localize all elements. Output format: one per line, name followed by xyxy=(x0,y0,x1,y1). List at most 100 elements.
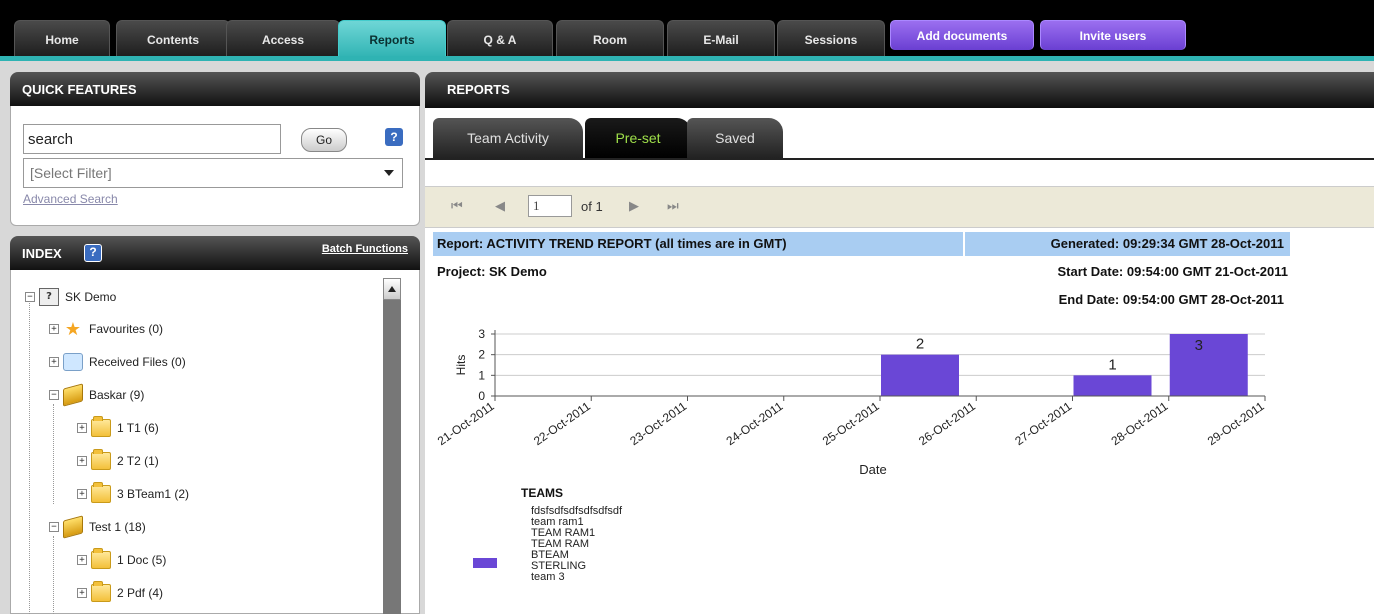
box-icon xyxy=(63,383,83,407)
tree-item-pdf[interactable]: + 2 Pdf (4) xyxy=(77,581,164,604)
scroll-up-icon[interactable] xyxy=(383,278,401,300)
bar xyxy=(881,354,959,396)
activity-trend-chart: 0123Hits21-Oct-2011 22-Oct-2011 23-Oct-201… xyxy=(435,327,1267,477)
x-tick-label: 26-Oct-2011 xyxy=(916,399,978,448)
index-header: INDEX ? Batch Functions xyxy=(10,236,420,270)
tree-item-label: 2 T2 (1) xyxy=(117,454,159,468)
y-tick-label: 3 xyxy=(478,327,485,341)
add-documents-button[interactable]: Add documents xyxy=(890,20,1034,50)
folder-icon xyxy=(91,548,111,569)
report-project: Project: SK Demo xyxy=(437,264,547,279)
expand-icon[interactable]: + xyxy=(49,357,59,367)
x-tick-label: 29-Oct-2011 xyxy=(1205,399,1267,448)
quick-features-panel: Go ? [Select Filter] Advanced Search xyxy=(10,106,420,226)
bar xyxy=(1169,334,1248,396)
legend-swatch xyxy=(473,558,497,568)
invite-users-button[interactable]: Invite users xyxy=(1040,20,1186,50)
index-tree: − ? SK Demo + ★ Favourites (0) + Receive… xyxy=(10,270,420,614)
tab-qa[interactable]: Q & A xyxy=(447,20,553,58)
tree-item-t2[interactable]: + 2 T2 (1) xyxy=(77,449,159,472)
prev-page-icon[interactable]: ◀ xyxy=(495,199,505,214)
tab-home[interactable]: Home xyxy=(14,20,110,58)
report-end-date: End Date: 09:54:00 GMT 28-Oct-2011 xyxy=(1058,292,1284,307)
bar xyxy=(1073,375,1152,396)
folder-icon xyxy=(91,416,111,437)
expand-icon[interactable]: + xyxy=(77,489,87,499)
tab-pre-set[interactable]: Pre-set xyxy=(585,118,691,158)
page-count: of 1 xyxy=(581,199,603,214)
advanced-search-link[interactable]: Advanced Search xyxy=(23,192,118,206)
help-icon[interactable]: ? xyxy=(385,128,403,146)
box-icon xyxy=(63,515,83,539)
top-navigation: Home Contents Access Reports Q & A Room … xyxy=(0,0,1374,61)
report-title-row: Report: ACTIVITY TREND REPORT (all times… xyxy=(433,232,1290,256)
reports-panel: Team Activity Pre-set Saved ⏮ ◀ of 1 ▶ ⏭… xyxy=(425,108,1374,614)
last-page-icon[interactable]: ⏭ xyxy=(667,199,679,214)
tree-item-test1[interactable]: − Test 1 (18) xyxy=(49,515,146,539)
expand-icon[interactable]: + xyxy=(77,456,87,466)
index-title: INDEX xyxy=(22,246,62,261)
expand-icon[interactable]: + xyxy=(77,555,87,565)
data-label: 2 xyxy=(916,336,924,353)
x-tick-label: 25-Oct-2011 xyxy=(820,399,882,448)
first-page-icon[interactable]: ⏮ xyxy=(451,199,463,214)
expand-icon[interactable]: + xyxy=(49,324,59,334)
tree-item-sk-demo[interactable]: − ? SK Demo xyxy=(25,286,116,308)
tab-underline xyxy=(425,158,1374,160)
received-files-icon xyxy=(63,353,83,371)
collapse-icon[interactable]: − xyxy=(25,292,35,302)
search-input[interactable] xyxy=(23,124,281,154)
tree-item-label: Test 1 (18) xyxy=(89,520,146,534)
x-tick-label: 22-Oct-2011 xyxy=(531,399,593,448)
y-axis-label: Hits xyxy=(454,355,468,376)
tab-reports[interactable]: Reports xyxy=(338,20,446,58)
folder-icon xyxy=(91,449,111,470)
legend-title: TEAMS xyxy=(521,486,563,500)
tab-saved[interactable]: Saved xyxy=(687,118,783,158)
nav-accent-line xyxy=(0,56,1374,61)
tab-email[interactable]: E-Mail xyxy=(667,20,775,58)
index-help-icon[interactable]: ? xyxy=(84,244,102,262)
tree-item-label: 1 T1 (6) xyxy=(117,421,159,435)
collapse-icon[interactable]: − xyxy=(49,390,59,400)
page-number-input[interactable] xyxy=(528,195,572,217)
folder-icon xyxy=(91,482,111,503)
x-tick-label: 23-Oct-2011 xyxy=(627,399,689,448)
tree-item-doc[interactable]: + 1 Doc (5) xyxy=(77,548,167,571)
legend-item: team 3 xyxy=(531,571,565,583)
index-scrollbar[interactable] xyxy=(383,278,401,614)
data-label: 1 xyxy=(1108,356,1116,373)
expand-icon[interactable]: + xyxy=(77,588,87,598)
go-button[interactable]: Go xyxy=(301,128,347,152)
next-page-icon[interactable]: ▶ xyxy=(629,199,639,214)
chevron-down-icon xyxy=(384,170,394,176)
expand-icon[interactable]: + xyxy=(77,423,87,433)
tab-contents[interactable]: Contents xyxy=(116,20,230,58)
project-icon: ? xyxy=(39,288,59,306)
tree-item-baskar[interactable]: − Baskar (9) xyxy=(49,383,144,407)
tab-team-activity[interactable]: Team Activity xyxy=(433,118,583,158)
tree-item-label: Received Files (0) xyxy=(89,355,186,369)
tree-item-bteam1[interactable]: + 3 BTeam1 (2) xyxy=(77,482,190,505)
tree-item-favourites[interactable]: + ★ Favourites (0) xyxy=(49,318,163,340)
batch-functions-link[interactable]: Batch Functions xyxy=(322,243,408,255)
report-start-date: Start Date: 09:54:00 GMT 21-Oct-2011 xyxy=(1057,264,1288,279)
tree-item-label: 3 BTeam1 (2) xyxy=(117,487,190,501)
tree-item-label: Favourites (0) xyxy=(89,322,164,336)
x-tick-label: 21-Oct-2011 xyxy=(435,399,497,448)
filter-select[interactable]: [Select Filter] xyxy=(23,158,403,188)
tree-item-label: 1 Doc (5) xyxy=(117,553,167,567)
tree-item-t1[interactable]: + 1 T1 (6) xyxy=(77,416,159,439)
tree-item-received-files[interactable]: + Received Files (0) xyxy=(49,351,186,373)
tree-item-label: 2 Pdf (4) xyxy=(117,586,164,600)
filter-selected-value: [Select Filter] xyxy=(30,165,112,181)
x-axis-label: Date xyxy=(859,462,886,477)
legend-list: fdsfsdfsdfsdfsdfsdf team ram1 TEAM RAM1 TEA… xyxy=(531,506,622,583)
tab-access[interactable]: Access xyxy=(226,20,340,58)
collapse-icon[interactable]: − xyxy=(49,522,59,532)
x-tick-label: 24-Oct-2011 xyxy=(724,399,786,448)
tab-room[interactable]: Room xyxy=(556,20,664,58)
tab-sessions[interactable]: Sessions xyxy=(777,20,885,58)
pager-toolbar: ⏮ ◀ of 1 ▶ ⏭ xyxy=(425,186,1374,228)
reports-header: REPORTS xyxy=(425,72,1374,108)
